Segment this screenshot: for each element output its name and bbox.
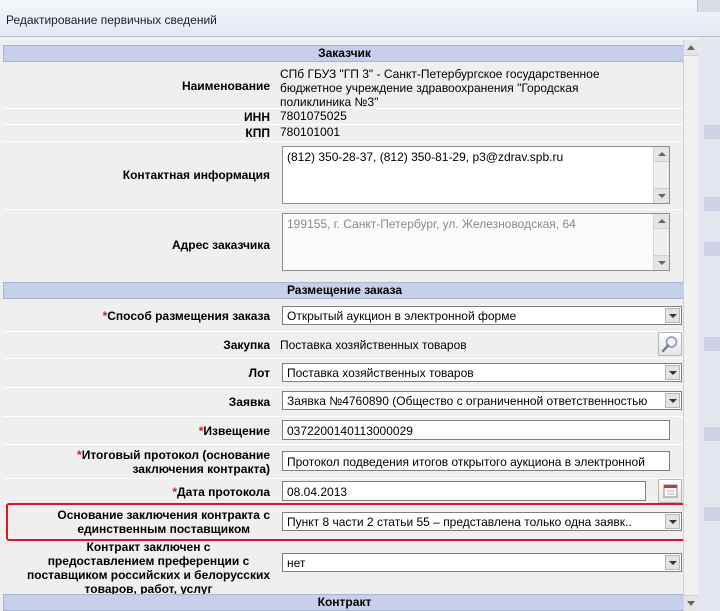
- final-protocol-input[interactable]: Протокол подведения итогов открытого аук…: [282, 451, 670, 471]
- notice-value: 0372200140113000029: [287, 424, 413, 438]
- protocol-date-value: 08.04.2013: [287, 485, 348, 499]
- notice-input[interactable]: 0372200140113000029: [282, 420, 670, 440]
- annotation-highlight-box: [6, 503, 694, 541]
- preference-label: Контракт заключен с предоставлением преф…: [27, 540, 270, 596]
- customer-name-label: Наименование: [181, 79, 270, 93]
- inn-label: ИНН: [244, 109, 270, 124]
- kpp-value: 780101001: [280, 125, 341, 139]
- purchase-label: Закупка: [223, 338, 270, 352]
- background-mark: [704, 125, 720, 139]
- bid-select[interactable]: Заявка №4760890 (Общество с ограниченной…: [282, 391, 682, 410]
- customer-address-textarea[interactable]: 199155, г. Санкт-Петербург, ул. Железнов…: [282, 213, 670, 271]
- lot-select[interactable]: Поставка хозяйственных товаров: [282, 363, 682, 382]
- titlebar-corner[interactable]: [697, 0, 720, 12]
- textarea-scrollbar[interactable]: [653, 214, 669, 270]
- background-page-strip: [698, 37, 720, 611]
- background-mark: [704, 507, 720, 521]
- background-mark: [704, 337, 720, 351]
- placement-method-value: Открытый аукцион в электронной форме: [287, 309, 517, 323]
- background-mark: [704, 197, 720, 211]
- background-mark: [704, 427, 720, 441]
- protocol-date-label: * Дата протокола: [172, 485, 270, 499]
- contact-info-textarea[interactable]: (812) 350-28-37, (812) 350-81-29, p3@zdr…: [282, 146, 670, 204]
- scroll-down-icon[interactable]: [654, 188, 669, 203]
- panel-scrollbar[interactable]: [683, 40, 698, 611]
- scroll-up-icon[interactable]: [684, 40, 698, 56]
- final-protocol-label: *Итоговый протокол (основание заключения…: [77, 447, 270, 476]
- customer-name-line: поликлиника №3": [280, 95, 379, 109]
- scroll-down-icon[interactable]: [684, 595, 698, 611]
- scroll-up-icon[interactable]: [654, 214, 669, 229]
- customer-name-line: СПб ГБУЗ "ГП 3" - Санкт-Петербургское го…: [280, 67, 600, 81]
- lot-value: Поставка хозяйственных товаров: [287, 366, 474, 380]
- customer-name-line: бюджетное учреждение здравоохранения "Го…: [280, 81, 579, 95]
- bid-value: Заявка №4760890 (Общество с ограниченной…: [287, 394, 648, 408]
- magnifier-icon: [661, 336, 678, 353]
- contact-info-text: (812) 350-28-37, (812) 350-81-29, p3@zdr…: [287, 150, 564, 164]
- section-header-placement: Размещение заказа: [3, 282, 686, 299]
- purchase-value: Поставка хозяйственных товаров: [280, 338, 467, 352]
- section-header-customer: Заказчик: [3, 45, 686, 62]
- final-protocol-value: Протокол подведения итогов открытого аук…: [287, 455, 645, 469]
- scroll-down-icon[interactable]: [654, 255, 669, 270]
- placement-method-select[interactable]: Открытый аукцион в электронной форме: [282, 306, 682, 325]
- preference-select[interactable]: нет: [282, 553, 682, 572]
- preference-value: нет: [287, 556, 306, 570]
- contact-info-label: Контактная информация: [122, 168, 270, 182]
- lot-label: Лот: [248, 366, 270, 380]
- window-title: Редактирование первичных сведений: [6, 13, 217, 27]
- chevron-down-icon[interactable]: [665, 365, 680, 380]
- chevron-down-icon[interactable]: [665, 555, 680, 570]
- protocol-date-input[interactable]: 08.04.2013: [282, 481, 646, 501]
- customer-name-value: СПб ГБУЗ "ГП 3" - Санкт-Петербургское го…: [280, 67, 600, 109]
- inn-value: 7801075025: [280, 109, 347, 123]
- placement-method-label: * Способ размещения заказа: [102, 309, 270, 323]
- chevron-down-icon[interactable]: [665, 308, 680, 323]
- section-header-contract: Контракт: [3, 594, 686, 611]
- customer-address-text: 199155, г. Санкт-Петербург, ул. Железнов…: [287, 217, 576, 231]
- purchase-search-button[interactable]: [658, 332, 682, 356]
- background-mark: [704, 242, 720, 256]
- calendar-icon: [663, 484, 678, 498]
- customer-address-label: Адрес заказчика: [172, 238, 270, 252]
- kpp-label: КПП: [245, 125, 270, 140]
- chevron-down-icon[interactable]: [665, 393, 680, 408]
- bid-label: Заявка: [228, 395, 270, 409]
- window-titlebar: Редактирование первичных сведений: [0, 0, 720, 37]
- scroll-up-icon[interactable]: [654, 147, 669, 162]
- textarea-scrollbar[interactable]: [653, 147, 669, 203]
- notice-label: * Извещение: [198, 423, 270, 438]
- calendar-button[interactable]: [658, 479, 682, 503]
